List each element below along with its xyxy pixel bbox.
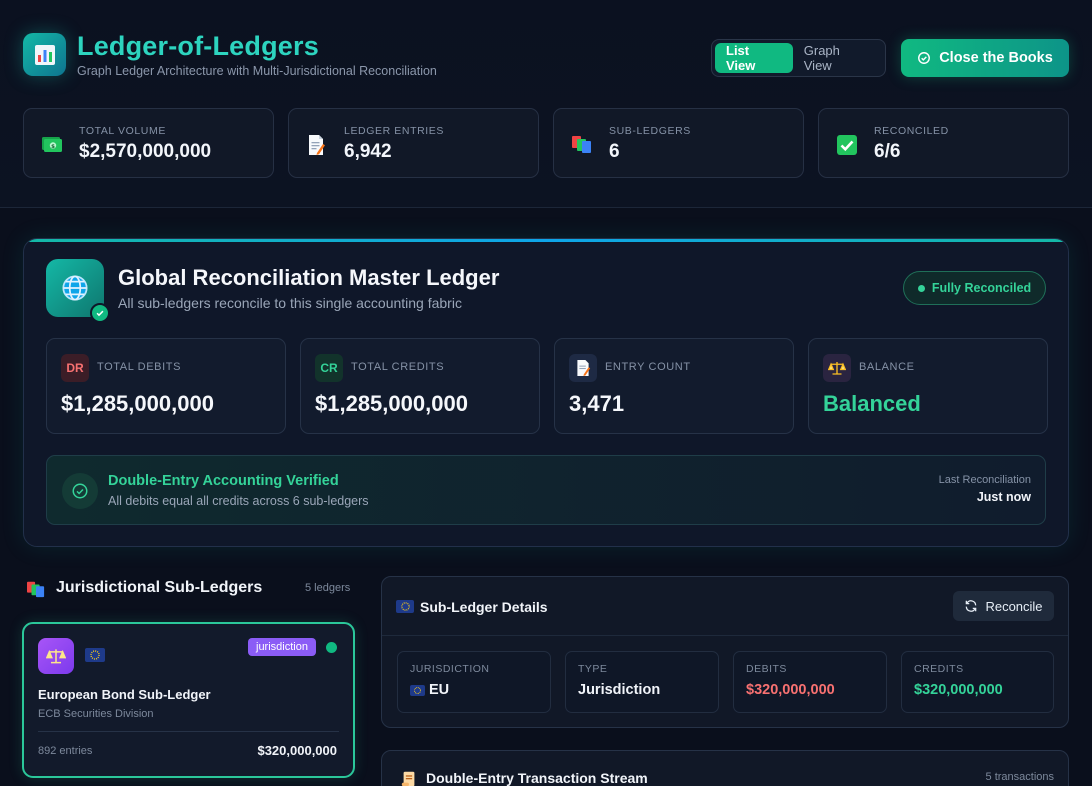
field-label: CREDITS: [914, 663, 964, 675]
debit-badge: DR: [61, 354, 89, 382]
details-title: Sub-Ledger Details: [420, 599, 548, 615]
field-value: Jurisdiction: [578, 682, 661, 698]
status-dot: [326, 642, 337, 653]
money-icon: $: [41, 134, 63, 159]
check-box-icon: [836, 134, 858, 161]
total-credits-card: CR TOTAL CREDITS $1,285,000,000: [300, 338, 540, 434]
jurisdiction-field: JURISDICTION EU: [397, 651, 551, 713]
memo-icon: [306, 134, 326, 161]
reconcile-button[interactable]: Reconcile: [953, 591, 1054, 621]
list-view-button[interactable]: List View: [715, 43, 793, 73]
field-label: JURISDICTION: [410, 663, 490, 675]
type-tag: jurisdiction: [248, 638, 316, 656]
reconcile-label: Reconcile: [985, 598, 1043, 614]
eu-flag-icon: [85, 648, 105, 666]
status-dot: [917, 284, 925, 292]
sub-ledger-name: European Bond Sub-Ledger: [38, 687, 211, 702]
verification-subtitle: All debits equal all credits across 6 su…: [108, 494, 369, 508]
stat-value: 6,942: [344, 141, 392, 162]
verification-banner: Double-Entry Accounting Verified All deb…: [46, 455, 1046, 525]
card-value: $1,285,000,000: [61, 391, 214, 416]
sub-ledger-details-panel: Sub-Ledger Details Reconcile JURISDICTIO…: [381, 576, 1069, 728]
svg-text:$: $: [51, 144, 55, 150]
bar-chart-icon: [23, 33, 66, 76]
check-circle-icon: [918, 52, 931, 64]
stat-card-sub-ledgers: SUB-LEDGERS 6: [553, 108, 804, 178]
transaction-stream-panel: Double-Entry Transaction Stream 5 transa…: [381, 750, 1069, 786]
stat-card-reconciled: RECONCILED 6/6: [818, 108, 1069, 178]
check-circle-icon: [62, 473, 98, 509]
books-icon: [571, 134, 593, 159]
master-title: Global Reconciliation Master Ledger: [118, 265, 500, 290]
divider: [38, 731, 339, 732]
balance-value: Balanced: [823, 391, 921, 416]
app-header: Ledger-of-Ledgers Graph Ledger Architect…: [0, 0, 1092, 208]
stream-title: Double-Entry Transaction Stream: [426, 770, 648, 786]
field-label: TYPE: [578, 663, 608, 675]
stat-label: RECONCILED: [874, 125, 949, 137]
scales-icon: [823, 354, 851, 382]
eu-flag-icon: [410, 684, 425, 696]
card-value: $1,285,000,000: [315, 391, 468, 416]
refresh-icon: [966, 600, 977, 612]
stat-value: $2,570,000,000: [79, 141, 212, 162]
debits-field: DEBITS $320,000,000: [733, 651, 887, 713]
sub-ledgers-count: 5 ledgers: [305, 582, 351, 594]
status-text: Fully Reconciled: [931, 281, 1032, 295]
verified-check-icon: [90, 303, 110, 323]
close-books-button[interactable]: Close the Books: [901, 39, 1069, 77]
card-label: ENTRY COUNT: [605, 361, 691, 373]
stat-card-total-volume: $ TOTAL VOLUME $2,570,000,000: [23, 108, 274, 178]
card-label: TOTAL DEBITS: [97, 361, 182, 373]
stat-label: LEDGER ENTRIES: [344, 125, 445, 137]
stat-value: 6/6: [874, 141, 901, 162]
app-subtitle: Graph Ledger Architecture with Multi-Jur…: [77, 64, 437, 78]
card-label: TOTAL CREDITS: [351, 361, 445, 373]
last-reconciliation-value: Just now: [976, 490, 1031, 504]
stat-label: SUB-LEDGERS: [609, 125, 691, 137]
stat-card-ledger-entries: LEDGER ENTRIES 6,942: [288, 108, 539, 178]
card-label: BALANCE: [859, 361, 915, 373]
status-badge: Fully Reconciled: [903, 271, 1046, 305]
verification-title: Double-Entry Accounting Verified: [108, 473, 339, 489]
balance-card: BALANCE Balanced: [808, 338, 1048, 434]
sub-ledger-card-european-bond[interactable]: jurisdiction European Bond Sub-Ledger EC…: [22, 622, 355, 778]
divider: [382, 635, 1068, 636]
memo-icon: [569, 354, 597, 382]
eu-flag-icon: [396, 599, 414, 617]
stat-value: 6: [609, 141, 620, 162]
credit-badge: CR: [315, 354, 343, 382]
sub-ledger-division: ECB Securities Division: [38, 708, 154, 720]
jurisdiction-value: EU: [429, 682, 450, 698]
entry-count-card: ENTRY COUNT 3,471: [554, 338, 794, 434]
master-subtitle: All sub-ledgers reconcile to this single…: [118, 295, 462, 311]
field-value: $320,000,000: [746, 682, 835, 698]
field-value: $320,000,000: [914, 682, 1003, 698]
total-debits-card: DR TOTAL DEBITS $1,285,000,000: [46, 338, 286, 434]
type-field: TYPE Jurisdiction: [565, 651, 719, 713]
field-label: DEBITS: [746, 663, 787, 675]
globe-icon: [46, 259, 110, 323]
close-books-label: Close the Books: [939, 50, 1053, 66]
scroll-icon: [400, 770, 418, 786]
sub-ledger-amount: $320,000,000: [257, 743, 337, 758]
sub-ledger-entries: 892 entries: [38, 745, 93, 757]
app-title: Ledger-of-Ledgers: [77, 31, 319, 61]
stat-label: TOTAL VOLUME: [79, 125, 166, 137]
view-toggle: List View Graph View: [711, 39, 886, 77]
scales-icon: [38, 638, 74, 674]
last-reconciliation-label: Last Reconciliation: [938, 474, 1031, 486]
card-value: 3,471: [569, 391, 625, 416]
sub-ledgers-title: Jurisdictional Sub-Ledgers: [56, 579, 263, 596]
master-ledger-panel: Global Reconciliation Master Ledger All …: [23, 238, 1069, 547]
graph-view-button[interactable]: Graph View: [793, 43, 882, 73]
stream-count: 5 transactions: [985, 771, 1054, 783]
books-icon: [26, 580, 46, 603]
credits-field: CREDITS $320,000,000: [901, 651, 1054, 713]
field-value: EU: [410, 682, 449, 698]
